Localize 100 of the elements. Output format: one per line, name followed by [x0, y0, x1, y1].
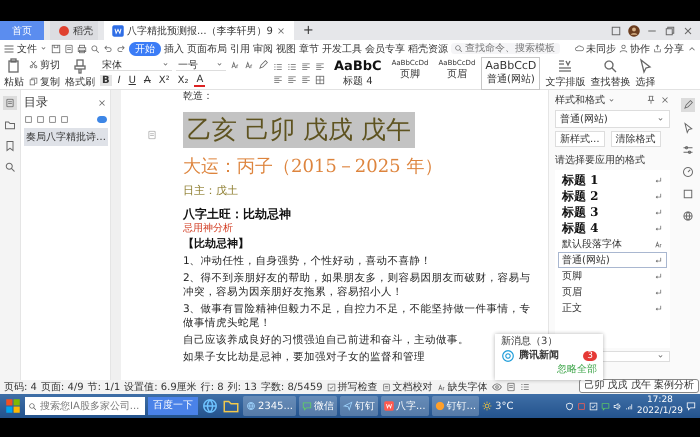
- bullet-list-icon[interactable]: [273, 62, 283, 72]
- copy-button[interactable]: 复制: [29, 74, 60, 88]
- style-item[interactable]: 普通(网站): [558, 252, 667, 268]
- align-left-icon[interactable]: [273, 74, 283, 84]
- menu-tab[interactable]: 引用: [230, 42, 250, 56]
- align-right-icon[interactable]: [301, 74, 311, 84]
- redo-icon[interactable]: [116, 44, 126, 54]
- save-icon[interactable]: [51, 44, 61, 54]
- menu-tab[interactable]: 插入: [164, 42, 184, 56]
- ribbon-tool-button[interactable]: 选择: [635, 58, 656, 88]
- outline-view-icon[interactable]: [520, 382, 530, 392]
- style-preset[interactable]: AaBbC 标题 4: [330, 56, 386, 90]
- taskbar-app[interactable]: 钉钉...: [432, 396, 480, 416]
- toolbar-button[interactable]: 未同步: [575, 42, 616, 56]
- font-size-field[interactable]: 一号: [176, 59, 226, 71]
- menu-tab[interactable]: 页面布局: [187, 42, 227, 56]
- undo-icon[interactable]: [103, 44, 113, 54]
- format-button[interactable]: I: [116, 75, 123, 86]
- close-icon[interactable]: [276, 26, 286, 36]
- format-button[interactable]: A: [142, 75, 153, 86]
- signal-icon[interactable]: [624, 402, 634, 410]
- outdent-icon[interactable]: [301, 62, 311, 72]
- menu-tab[interactable]: 审阅: [253, 42, 273, 56]
- bookmark-icon[interactable]: [4, 140, 16, 152]
- sliders-icon[interactable]: [682, 144, 694, 156]
- close-icon[interactable]: [682, 24, 694, 36]
- pen-icon[interactable]: [681, 98, 695, 112]
- menu-tab[interactable]: 稻壳资源: [408, 42, 448, 56]
- menu-tab[interactable]: 会员专享: [365, 42, 405, 56]
- style-dropdown[interactable]: 普通(网站): [555, 110, 670, 128]
- folder-icon[interactable]: [4, 119, 16, 131]
- format-button[interactable]: X²: [156, 75, 172, 86]
- shrink-font-icon[interactable]: [244, 60, 254, 70]
- check-icon[interactable]: [588, 402, 598, 410]
- panel-title[interactable]: 样式和格式: [555, 93, 616, 107]
- menu-tab[interactable]: 章节: [299, 42, 319, 56]
- document-tab[interactable]: 稻壳: [50, 21, 98, 40]
- status-button[interactable]: 缺失字体: [436, 380, 488, 394]
- format-button[interactable]: U: [126, 75, 138, 86]
- style-item[interactable]: 标题 4: [558, 220, 667, 236]
- grow-font-icon[interactable]: [230, 60, 240, 70]
- font-field[interactable]: 宋体: [100, 59, 172, 71]
- style-item[interactable]: 页脚: [558, 268, 667, 284]
- indent-icon[interactable]: [315, 62, 325, 72]
- toolbar-button[interactable]: 协作: [619, 42, 650, 56]
- panel-button[interactable]: 新样式...: [555, 131, 605, 147]
- search-button[interactable]: 百度一下: [148, 397, 198, 415]
- style-preset[interactable]: AaBbCcD 普通(网站): [481, 56, 540, 90]
- menu-tab[interactable]: 视图: [276, 42, 296, 56]
- format-button[interactable]: B: [100, 75, 112, 86]
- toggle-switch[interactable]: [97, 116, 107, 123]
- start-button-icon[interactable]: [4, 397, 22, 415]
- print-icon[interactable]: [77, 44, 87, 54]
- new-tab-button[interactable]: +: [300, 23, 317, 38]
- style-item[interactable]: 标题 1: [558, 172, 667, 188]
- style-item[interactable]: 默认段落字体: [558, 236, 667, 252]
- menu-tab[interactable]: 开发工具: [322, 42, 362, 56]
- style-item[interactable]: 正文: [558, 300, 667, 316]
- outline-item[interactable]: 奏局八字精批诗…: [24, 128, 108, 146]
- pin-icon[interactable]: [646, 95, 656, 105]
- status-button[interactable]: 拼写检查: [326, 380, 378, 394]
- format-button[interactable]: X₂: [176, 75, 190, 86]
- align-center-icon[interactable]: [287, 74, 297, 84]
- taskbar-app[interactable]: 2345...: [243, 396, 296, 416]
- status-button[interactable]: 文档校对: [382, 380, 433, 394]
- close-icon[interactable]: [97, 98, 107, 108]
- style-item[interactable]: 页眉: [558, 284, 667, 300]
- browser-icon[interactable]: [201, 397, 219, 415]
- page-view-icon[interactable]: [506, 382, 516, 392]
- search-icon[interactable]: [4, 161, 16, 173]
- export-icon[interactable]: [64, 44, 74, 54]
- command-search-field[interactable]: 查找命令、搜索模板: [451, 43, 560, 54]
- paste-button[interactable]: 粘贴: [4, 58, 24, 88]
- eye-icon[interactable]: [492, 382, 502, 392]
- chat-icon[interactable]: [600, 402, 610, 410]
- document-tab[interactable]: 八字精批预测报...（李李轩男）9: [104, 21, 294, 40]
- speaker-icon[interactable]: [612, 402, 622, 410]
- table-icon[interactable]: [315, 74, 325, 84]
- taskbar-app[interactable]: 微信: [299, 396, 337, 416]
- ribbon-tool-button[interactable]: 查找替换: [590, 58, 630, 88]
- preview-icon[interactable]: [90, 44, 100, 54]
- avatar-icon[interactable]: [628, 24, 640, 36]
- notification-icon[interactable]: [686, 401, 696, 411]
- shield-icon[interactable]: [564, 402, 574, 410]
- style-item[interactable]: 标题 2: [558, 188, 667, 204]
- toolbar-button[interactable]: 分享: [653, 42, 684, 56]
- format-painter-button[interactable]: 格式刷: [65, 58, 95, 88]
- restore-icon[interactable]: [664, 24, 676, 36]
- file-menu[interactable]: 文件: [3, 42, 48, 56]
- cut-button[interactable]: 剪切: [29, 58, 60, 72]
- taskbar-app[interactable]: 八字...: [381, 396, 429, 416]
- format-button[interactable]: A: [194, 74, 206, 87]
- panel-icon[interactable]: [610, 24, 622, 36]
- gauge-icon[interactable]: [682, 166, 694, 178]
- menu-tab[interactable]: 开始: [129, 42, 161, 56]
- document-icon[interactable]: [3, 96, 17, 110]
- cursor-icon[interactable]: [682, 122, 694, 134]
- numbered-list-icon[interactable]: [287, 62, 297, 72]
- clear-format-icon[interactable]: [258, 60, 268, 70]
- ribbon-tool-button[interactable]: 文字排版: [545, 58, 586, 88]
